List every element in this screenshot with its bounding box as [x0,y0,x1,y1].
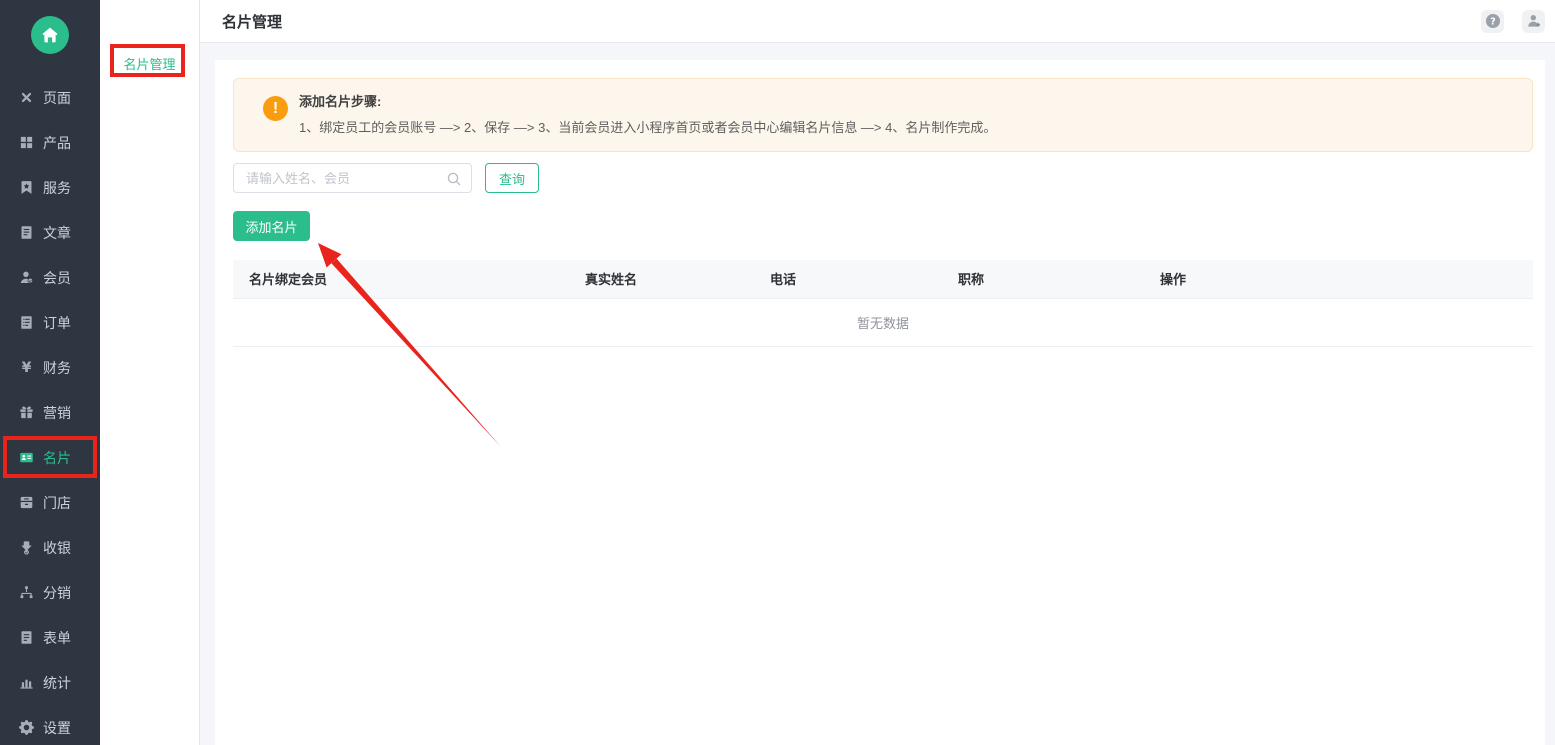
column-actions: 操作 [1144,260,1533,298]
home-button[interactable] [31,16,69,54]
sidebar-item-label: 分销 [43,583,71,603]
cashier-icon [18,540,34,556]
business-card-icon [18,450,34,466]
column-real-name: 真实姓名 [569,260,754,298]
article-icon [18,225,34,241]
secondary-sidebar: 名片管理 [100,0,200,745]
sidebar-item-label: 页面 [43,88,71,108]
stats-icon [18,675,34,691]
question-icon: ? [1485,13,1501,29]
notice-body: 1、绑定员工的会员账号 —> 2、保存 —> 3、当前会员进入小程序首页或者会员… [299,118,1512,137]
sidebar-item-services[interactable]: 服务 [0,165,100,210]
account-button[interactable] [1522,10,1545,33]
products-grid-icon [18,135,34,151]
primary-sidebar: 页面 产品 服务 文章 会员 [0,0,100,745]
order-icon [18,315,34,331]
gift-icon [18,405,34,421]
add-card-button[interactable]: 添加名片 [233,211,310,241]
table-header-row: 名片绑定会员 真实姓名 电话 职称 操作 [233,260,1533,298]
sidebar-item-label: 会员 [43,268,71,288]
help-button[interactable]: ? [1481,10,1504,33]
column-phone: 电话 [754,260,942,298]
search-input[interactable] [234,164,471,192]
sidebar-item-members[interactable]: 会员 [0,255,100,300]
svg-text:?: ? [1490,16,1496,27]
member-icon [18,270,34,286]
sidebar-item-label: 财务 [43,358,71,378]
sidebar-item-cashier[interactable]: 收银 [0,525,100,570]
steps-notice: ! 添加名片步骤: 1、绑定员工的会员账号 —> 2、保存 —> 3、当前会员进… [233,78,1533,152]
sidebar-item-settings[interactable]: 设置 [0,705,100,745]
sidebar-item-articles[interactable]: 文章 [0,210,100,255]
sidebar-item-label: 营销 [43,403,71,423]
gear-icon [18,720,34,736]
sidebar-item-label: 文章 [43,223,71,243]
sidebar-item-label: 名片 [43,448,71,468]
sidebar-item-products[interactable]: 产品 [0,120,100,165]
sidebar-item-distribution[interactable]: 分销 [0,570,100,615]
submenu-item-card-management[interactable]: 名片管理 [100,54,199,73]
search-icon [446,171,462,187]
column-title: 职称 [942,260,1144,298]
sidebar-item-stats[interactable]: 统计 [0,660,100,705]
cards-table: 名片绑定会员 真实姓名 电话 职称 操作 暂无数据 [233,260,1533,347]
sidebar-item-label: 产品 [43,133,71,153]
page-title: 名片管理 [222,11,282,32]
top-header: 名片管理 ? [200,0,1555,43]
search-row: 查询 [233,163,1533,193]
sidebar-item-label: 收银 [43,538,71,558]
search-box [233,163,472,193]
sidebar-item-marketing[interactable]: 营销 [0,390,100,435]
sidebar-item-pages[interactable]: 页面 [0,75,100,120]
home-icon [40,25,60,45]
empty-state-text: 暂无数据 [233,298,1533,346]
sidebar-item-label: 门店 [43,493,71,513]
store-icon [18,495,34,511]
sidebar-item-label: 统计 [43,673,71,693]
sidebar-item-finance[interactable]: ¥ 财务 [0,345,100,390]
svg-text:¥: ¥ [21,360,31,375]
exclamation-icon: ! [263,96,288,121]
sidebar-item-label: 服务 [43,178,71,198]
query-button[interactable]: 查询 [485,163,539,193]
bookmark-star-icon [18,180,34,196]
table-empty-row: 暂无数据 [233,298,1533,346]
sidebar-item-label: 订单 [43,313,71,333]
sidebar-nav: 页面 产品 服务 文章 会员 [0,75,100,745]
main-region: 名片管理 ? ! 添加名片步骤: 1、绑定员工的会员账号 —> 2、保存 —> … [200,0,1555,745]
sidebar-item-cards[interactable]: 名片 [0,435,100,480]
notice-title: 添加名片步骤: [299,92,1512,112]
distribution-icon [18,585,34,601]
form-icon [18,630,34,646]
user-star-icon [1526,13,1542,29]
yen-icon: ¥ [18,360,34,376]
sidebar-item-forms[interactable]: 表单 [0,615,100,660]
sidebar-item-label: 设置 [43,718,71,738]
tools-icon [18,90,34,106]
sidebar-item-stores[interactable]: 门店 [0,480,100,525]
sidebar-item-orders[interactable]: 订单 [0,300,100,345]
column-bound-member: 名片绑定会员 [233,260,569,298]
sidebar-item-label: 表单 [43,628,71,648]
content-card: ! 添加名片步骤: 1、绑定员工的会员账号 —> 2、保存 —> 3、当前会员进… [215,60,1545,745]
